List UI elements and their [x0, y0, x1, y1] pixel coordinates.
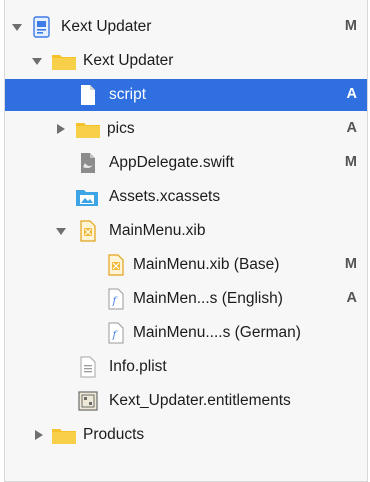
- nav-row-label: MainMen...s (English): [133, 290, 283, 307]
- plist-file-icon: [77, 356, 99, 378]
- nav-row-file[interactable]: f MainMen...s (English) A: [5, 283, 367, 315]
- nav-row-label: AppDelegate.swift: [109, 154, 234, 171]
- folder-icon: [75, 118, 100, 140]
- nav-row-group[interactable]: Products: [5, 419, 367, 451]
- disclosure-closed-icon[interactable]: [33, 429, 45, 441]
- nav-row-file[interactable]: f MainMenu....s (German): [5, 317, 367, 349]
- xib-file-icon: [77, 220, 99, 242]
- nav-row-file-selected[interactable]: script A: [5, 79, 367, 111]
- nav-row-file[interactable]: AppDelegate.swift M: [5, 147, 367, 179]
- source-control-status: A: [346, 120, 357, 136]
- nav-row-label: MainMenu.xib (Base): [133, 256, 280, 273]
- nav-row-label: Info.plist: [109, 358, 167, 375]
- disclosure-open-icon[interactable]: [31, 55, 43, 67]
- folder-icon: [51, 50, 76, 72]
- swift-file-icon: [77, 152, 99, 174]
- project-navigator: Kext Updater M Kext Updater script A pic…: [4, 0, 368, 482]
- nav-row-file[interactable]: MainMenu.xib (Base) M: [5, 249, 367, 281]
- nav-row-label: Assets.xcassets: [109, 188, 221, 205]
- nav-row-file[interactable]: Assets.xcassets: [5, 181, 367, 213]
- file-icon: [77, 84, 99, 106]
- asset-catalog-icon: [75, 186, 98, 208]
- source-control-status: A: [346, 86, 357, 102]
- nav-row-label: Kext Updater: [83, 52, 174, 69]
- nav-row-label: Kext Updater: [61, 18, 152, 35]
- nav-row-group[interactable]: Kext Updater: [5, 45, 367, 77]
- nav-row-label: Products: [83, 426, 145, 443]
- nav-row-project[interactable]: Kext Updater M: [5, 11, 367, 43]
- source-control-status: M: [344, 154, 357, 170]
- source-control-status: M: [344, 18, 357, 34]
- nav-row-file[interactable]: Info.plist: [5, 351, 367, 383]
- source-control-status: A: [346, 290, 357, 306]
- nav-row-label: script: [109, 86, 147, 103]
- nav-row-label: Kext_Updater.entitlements: [109, 392, 291, 409]
- nav-row-file[interactable]: Kext_Updater.entitlements: [5, 385, 367, 417]
- source-control-status: M: [344, 256, 357, 272]
- products-folder-icon: [51, 424, 76, 446]
- strings-file-icon: f: [105, 288, 127, 310]
- project-icon: [31, 16, 53, 38]
- disclosure-open-icon[interactable]: [55, 225, 67, 237]
- disclosure-open-icon[interactable]: [11, 21, 23, 33]
- nav-row-file[interactable]: MainMenu.xib: [5, 215, 367, 247]
- nav-row-label: pics: [107, 120, 135, 137]
- strings-file-icon: f: [105, 322, 127, 344]
- nav-row-label: MainMenu....s (German): [133, 324, 301, 341]
- entitlements-file-icon: [77, 390, 99, 412]
- disclosure-closed-icon[interactable]: [55, 123, 67, 135]
- nav-row-folder[interactable]: pics A: [5, 113, 367, 145]
- nav-row-label: MainMenu.xib: [109, 222, 206, 239]
- xib-file-icon: [105, 254, 127, 276]
